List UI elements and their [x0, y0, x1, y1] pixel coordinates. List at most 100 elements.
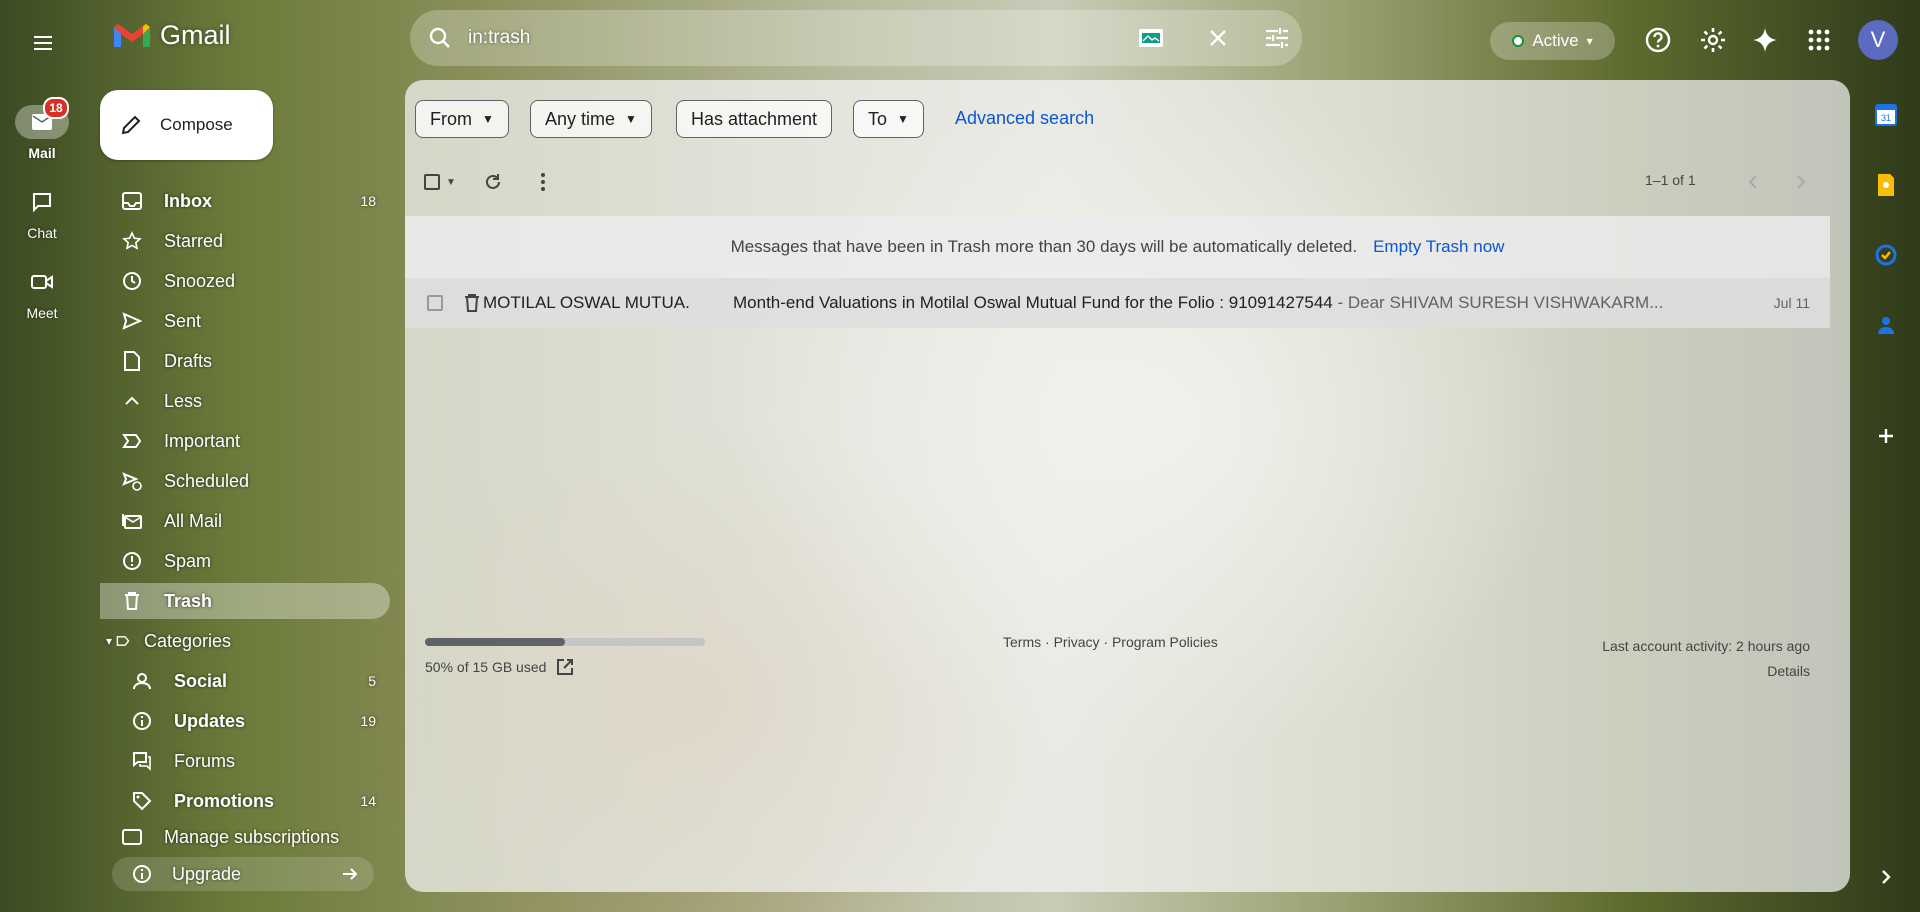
- open-in-new-icon[interactable]: [556, 658, 574, 676]
- settings-button[interactable]: [1693, 20, 1733, 60]
- sidebar-label: Important: [164, 430, 241, 451]
- main-menu-button[interactable]: [22, 22, 64, 64]
- filter-from-chip[interactable]: From ▼: [415, 100, 509, 138]
- advanced-search-link[interactable]: Advanced search: [955, 108, 1094, 129]
- close-icon: [1210, 30, 1226, 46]
- spam-icon: [123, 552, 141, 570]
- newer-page-button[interactable]: [1735, 164, 1771, 200]
- app-name: Gmail: [160, 20, 231, 50]
- sidebar-item-categories[interactable]: ▾ Categories: [100, 623, 390, 659]
- filter-any-time-chip[interactable]: Any time ▼: [530, 100, 652, 138]
- draft-icon: [124, 351, 140, 371]
- sidebar-item-starred[interactable]: Starred: [100, 223, 390, 259]
- sidebar-item-forums[interactable]: Forums: [100, 743, 390, 779]
- sparkle-icon: [1753, 28, 1777, 52]
- account-avatar[interactable]: V: [1858, 20, 1898, 60]
- filter-to-chip[interactable]: To ▼: [853, 100, 924, 138]
- sidebar-label: Manage subscriptions: [164, 826, 340, 847]
- contacts-app-button[interactable]: [1874, 313, 1898, 337]
- empty-trash-link[interactable]: Empty Trash now: [1373, 237, 1504, 257]
- gear-icon: [1701, 28, 1725, 52]
- refresh-button[interactable]: [475, 164, 511, 200]
- app-window-icon: [1139, 29, 1163, 47]
- compose-label: Compose: [160, 115, 233, 134]
- rail-item-mail[interactable]: 18 Mail: [6, 97, 78, 161]
- sidebar-item-all-mail[interactable]: All Mail: [100, 503, 390, 539]
- sidebar-item-inbox[interactable]: Inbox 18: [100, 183, 390, 219]
- important-icon: [122, 434, 142, 448]
- chip-label: From: [430, 108, 472, 129]
- search-options-button[interactable]: [1264, 27, 1290, 49]
- help-button[interactable]: [1638, 20, 1678, 60]
- clock-icon: [123, 272, 141, 290]
- search-button[interactable]: [428, 26, 452, 50]
- sidebar-item-promotions[interactable]: Promotions 14: [100, 783, 390, 819]
- storage-bar-fill: [425, 638, 565, 646]
- sidebar-label: Social: [174, 670, 228, 691]
- sidebar-item-scheduled[interactable]: Scheduled: [100, 463, 390, 499]
- storage-text: 50% of 15 GB used: [425, 659, 547, 675]
- refresh-icon: [486, 174, 500, 189]
- sidebar-label: Drafts: [164, 350, 213, 371]
- sidebar-item-updates[interactable]: Updates 19: [100, 703, 390, 739]
- chevron-down-icon: ▼: [482, 112, 494, 126]
- forum-icon: [133, 752, 151, 771]
- sidebar-item-social[interactable]: Social 5: [100, 663, 390, 699]
- footer-links: Terms · Privacy · Program Policies: [1003, 634, 1218, 650]
- sidebar-item-drafts[interactable]: Drafts: [100, 343, 390, 379]
- privacy-link[interactable]: Privacy: [1054, 634, 1100, 650]
- account-activity: Last account activity: 2 hours ago Detai…: [1602, 634, 1810, 684]
- rail-label-chat: Chat: [27, 225, 57, 241]
- older-page-button[interactable]: [1783, 164, 1819, 200]
- show-side-panel-button[interactable]: [1874, 865, 1898, 889]
- more-options-button[interactable]: [525, 164, 561, 200]
- upgrade-button[interactable]: Upgrade: [112, 857, 374, 891]
- rail-item-chat[interactable]: Chat: [6, 185, 78, 241]
- svg-text:31: 31: [1881, 113, 1891, 123]
- scheduled-send-icon: [122, 472, 142, 491]
- compose-button[interactable]: Compose: [100, 90, 273, 160]
- chevron-down-icon: ▼: [897, 112, 909, 126]
- label-icon: [116, 636, 130, 646]
- select-all-checkbox[interactable]: ▼: [415, 164, 465, 200]
- details-link[interactable]: Details: [1602, 659, 1810, 684]
- sidebar-item-spam[interactable]: Spam: [100, 543, 390, 579]
- apps-button[interactable]: [1799, 20, 1839, 60]
- keep-app-button[interactable]: [1874, 173, 1898, 197]
- status-label: Active: [1532, 31, 1579, 50]
- sidebar-item-less[interactable]: Less: [100, 383, 390, 419]
- sidebar-count: 14: [360, 793, 376, 809]
- chevron-down-icon: ▼: [625, 112, 637, 126]
- get-addons-button[interactable]: [1874, 424, 1898, 448]
- terms-link[interactable]: Terms: [1003, 634, 1041, 650]
- inbox-icon: [122, 192, 142, 210]
- sidebar-item-important[interactable]: Important: [100, 423, 390, 459]
- calendar-app-button[interactable]: 31: [1874, 103, 1898, 127]
- clear-search-button[interactable]: [1208, 28, 1228, 48]
- chevron-down-icon: ▾: [1586, 34, 1593, 48]
- filter-has-attachment-chip[interactable]: Has attachment: [676, 100, 833, 138]
- status-dropdown[interactable]: Active ▾: [1490, 22, 1615, 60]
- upgrade-info-icon: [133, 865, 151, 883]
- program-policies-link[interactable]: Program Policies: [1112, 634, 1218, 650]
- sidebar-label: Trash: [164, 590, 213, 611]
- table-row[interactable]: MOTILAL OSWAL MUTUA. Month-end Valuation…: [405, 278, 1830, 328]
- sidebar-item-snoozed[interactable]: Snoozed: [100, 263, 390, 299]
- sidebar-label: Updates: [174, 710, 246, 731]
- gemini-button[interactable]: [1745, 20, 1785, 60]
- tasks-app-button[interactable]: [1874, 243, 1898, 267]
- search-bar[interactable]: [410, 10, 1302, 66]
- row-checkbox[interactable]: [427, 295, 443, 311]
- rail-item-meet[interactable]: Meet: [6, 265, 78, 321]
- search-input[interactable]: [466, 26, 1130, 50]
- search-app-button[interactable]: [1138, 27, 1164, 49]
- sidebar-label: Spam: [164, 550, 212, 571]
- sidebar-item-trash[interactable]: Trash: [100, 583, 390, 619]
- sidebar-item-manage-subscriptions[interactable]: Manage subscriptions: [100, 823, 390, 851]
- chevron-left-icon: [1748, 175, 1757, 189]
- sidebar-label: Inbox: [164, 190, 212, 211]
- sidebar-item-sent[interactable]: Sent: [100, 303, 390, 339]
- chat-icon: [33, 193, 51, 213]
- gmail-logo[interactable]: Gmail: [112, 20, 231, 51]
- sidebar-label: Scheduled: [164, 470, 250, 491]
